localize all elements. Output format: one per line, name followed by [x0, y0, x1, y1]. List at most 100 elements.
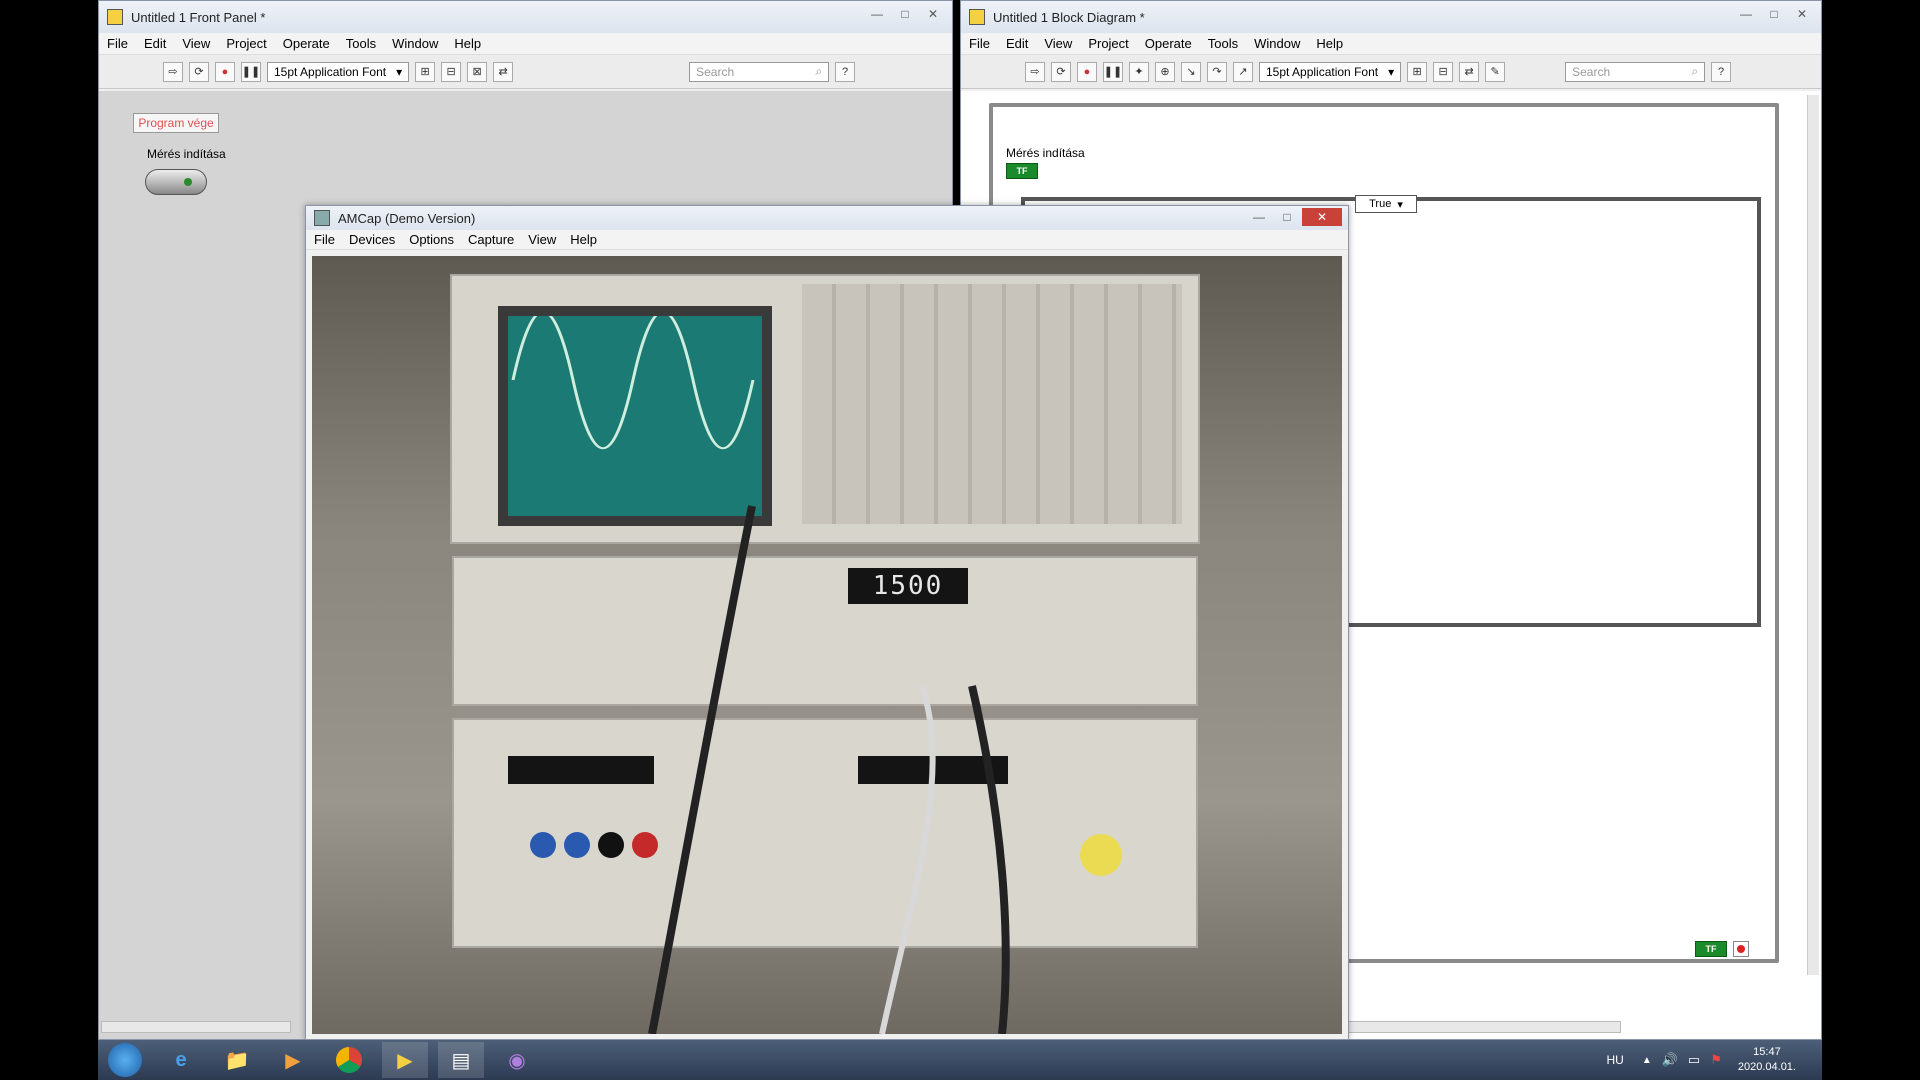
menu-window[interactable]: Window: [392, 36, 438, 51]
loop-condition-icon[interactable]: [1733, 941, 1749, 957]
teams-icon[interactable]: ◉: [494, 1042, 540, 1078]
close-icon[interactable]: ✕: [920, 5, 946, 23]
maximize-icon[interactable]: □: [1761, 5, 1787, 23]
menu-file[interactable]: File: [107, 36, 128, 51]
align-icon[interactable]: ⊞: [415, 61, 436, 82]
menu-project[interactable]: Project: [1088, 36, 1128, 51]
menu-help[interactable]: Help: [570, 232, 597, 247]
menu-tools[interactable]: Tools: [1208, 36, 1238, 51]
chevron-down-icon: ▾: [1388, 64, 1395, 79]
menu-view[interactable]: View: [182, 36, 210, 51]
menu-capture[interactable]: Capture: [468, 232, 514, 247]
run-arrow-icon[interactable]: ⇨: [1025, 61, 1045, 82]
retain-wire-values-icon[interactable]: ⊕: [1155, 61, 1175, 82]
menu-devices[interactable]: Devices: [349, 232, 395, 247]
front-panel-menubar: File Edit View Project Operate Tools Win…: [99, 33, 952, 55]
abort-icon[interactable]: ●: [215, 61, 235, 82]
case-selector[interactable]: True ▾: [1355, 195, 1417, 213]
language-indicator[interactable]: HU: [1606, 1053, 1623, 1067]
minimize-icon[interactable]: —: [1246, 208, 1272, 226]
menu-operate[interactable]: Operate: [1145, 36, 1192, 51]
close-icon[interactable]: ✕: [1302, 208, 1342, 226]
stop-terminal[interactable]: TF: [1695, 941, 1727, 957]
toggle-switch[interactable]: [145, 169, 207, 195]
menu-help[interactable]: Help: [1316, 36, 1343, 51]
cleanup-diagram-icon[interactable]: ✎: [1485, 61, 1506, 82]
run-continuous-icon[interactable]: ⟳: [1051, 61, 1071, 82]
resize-icon[interactable]: ⊠: [467, 61, 488, 82]
left-black-border: [0, 0, 98, 1080]
stop-button[interactable]: Program vége: [133, 113, 219, 133]
minimize-icon[interactable]: —: [864, 5, 890, 23]
reorder-icon[interactable]: ⇄: [493, 61, 514, 82]
toggle-indicator: [184, 178, 192, 186]
search-input[interactable]: Search ⌕: [1565, 61, 1706, 82]
align-icon[interactable]: ⊞: [1407, 61, 1428, 82]
search-icon: ⌕: [1691, 64, 1699, 78]
menu-window[interactable]: Window: [1254, 36, 1300, 51]
minimize-icon[interactable]: —: [1733, 5, 1759, 23]
camera-preview: 1500: [312, 256, 1342, 1034]
menu-view[interactable]: View: [1044, 36, 1072, 51]
labview-taskbar-icon[interactable]: ▶: [382, 1042, 428, 1078]
help-icon[interactable]: ?: [1711, 61, 1732, 82]
abort-icon[interactable]: ●: [1077, 61, 1097, 82]
internet-explorer-icon[interactable]: e: [158, 1042, 204, 1078]
menu-options[interactable]: Options: [409, 232, 454, 247]
toggle-label: Mérés indítása: [147, 147, 226, 161]
window-title: AMCap (Demo Version): [338, 210, 476, 226]
amcap-titlebar[interactable]: AMCap (Demo Version) — □ ✕: [306, 206, 1348, 230]
menu-file[interactable]: File: [314, 232, 335, 247]
step-out-icon[interactable]: ↗: [1233, 61, 1253, 82]
tray-expand-icon[interactable]: ▲: [1642, 1055, 1652, 1066]
block-diagram-toolbar: ⇨ ⟳ ● ❚❚ ✦ ⊕ ↘ ↷ ↗ 15pt Application Font…: [961, 55, 1821, 89]
menu-view[interactable]: View: [528, 232, 556, 247]
block-diagram-titlebar[interactable]: Untitled 1 Block Diagram * — □ ✕: [961, 1, 1821, 33]
menu-operate[interactable]: Operate: [283, 36, 330, 51]
terminal-label: Mérés indítása: [1006, 146, 1085, 160]
network-icon[interactable]: ▭: [1688, 1052, 1700, 1068]
front-panel-titlebar[interactable]: Untitled 1 Front Panel * — □ ✕: [99, 1, 952, 33]
pause-icon[interactable]: ❚❚: [1103, 61, 1123, 82]
boolean-terminal[interactable]: TF: [1006, 163, 1038, 179]
pause-icon[interactable]: ❚❚: [241, 61, 261, 82]
action-center-icon[interactable]: ⚑: [1710, 1052, 1722, 1068]
run-continuous-icon[interactable]: ⟳: [189, 61, 209, 82]
menu-edit[interactable]: Edit: [1006, 36, 1028, 51]
maximize-icon[interactable]: □: [892, 5, 918, 23]
step-over-icon[interactable]: ↷: [1207, 61, 1227, 82]
mouse-cursor-highlight: [1080, 834, 1122, 876]
horizontal-scrollbar[interactable]: [101, 1021, 291, 1033]
chrome-icon[interactable]: [326, 1042, 372, 1078]
distribute-icon[interactable]: ⊟: [441, 61, 462, 82]
labview-diagram-taskbar-icon[interactable]: ▤: [438, 1042, 484, 1078]
labview-icon: [969, 9, 985, 25]
labview-icon: [107, 9, 123, 25]
maximize-icon[interactable]: □: [1274, 208, 1300, 226]
menu-edit[interactable]: Edit: [144, 36, 166, 51]
start-button-icon[interactable]: [102, 1042, 148, 1078]
font-select[interactable]: 15pt Application Font ▾: [267, 61, 410, 82]
menu-project[interactable]: Project: [226, 36, 266, 51]
media-player-icon[interactable]: ▶: [270, 1042, 316, 1078]
stop-button-label: Program vége: [138, 116, 214, 130]
volume-icon[interactable]: 🔊: [1662, 1052, 1678, 1068]
run-arrow-icon[interactable]: ⇨: [163, 61, 183, 82]
vertical-scrollbar[interactable]: [1807, 95, 1819, 975]
distribute-icon[interactable]: ⊟: [1433, 61, 1454, 82]
horizontal-scrollbar[interactable]: [1321, 1021, 1621, 1033]
help-icon[interactable]: ?: [835, 61, 856, 82]
amcap-menubar: File Devices Options Capture View Help: [306, 230, 1348, 250]
search-input[interactable]: Search ⌕: [689, 61, 830, 82]
close-icon[interactable]: ✕: [1789, 5, 1815, 23]
step-into-icon[interactable]: ↘: [1181, 61, 1201, 82]
menu-help[interactable]: Help: [454, 36, 481, 51]
menu-tools[interactable]: Tools: [346, 36, 376, 51]
reorder-icon[interactable]: ⇄: [1459, 61, 1480, 82]
file-explorer-icon[interactable]: 📁: [214, 1042, 260, 1078]
highlight-execution-icon[interactable]: ✦: [1129, 61, 1149, 82]
clock[interactable]: 15:47 2020.04.01.: [1738, 1045, 1796, 1075]
font-select[interactable]: 15pt Application Font ▾: [1259, 61, 1402, 82]
stop-dot-icon: [1737, 945, 1745, 953]
menu-file[interactable]: File: [969, 36, 990, 51]
